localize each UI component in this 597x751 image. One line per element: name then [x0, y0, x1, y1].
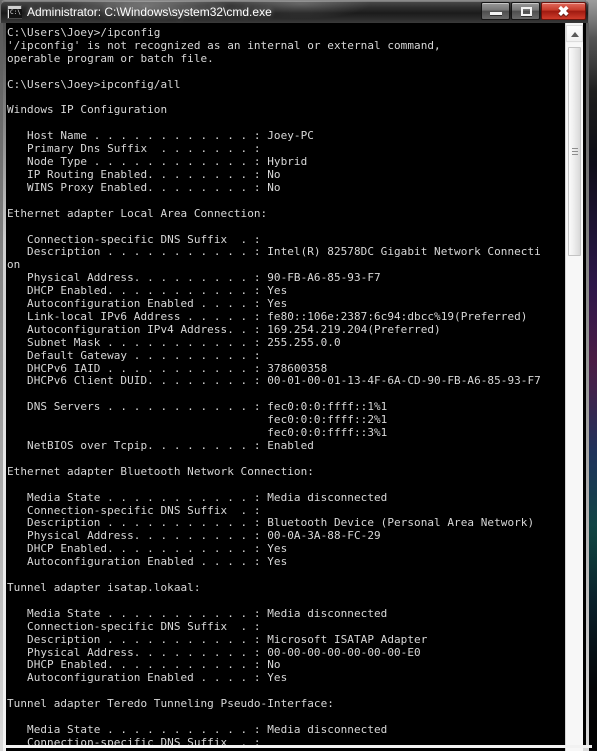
scrollbar-grip-icon: [572, 148, 578, 156]
close-icon: ✖: [542, 3, 585, 19]
cmd-icon-screen: C:\: [9, 9, 22, 18]
window-title: Administrator: C:\Windows\system32\cmd.e…: [27, 4, 272, 20]
window-border-bottom: [3, 745, 592, 748]
cmd-window: C:\ Administrator: C:\Windows\system32\c…: [0, 0, 589, 750]
cmd-icon: C:\: [7, 5, 22, 19]
maximize-button[interactable]: [511, 2, 540, 20]
chevron-up-icon: [571, 32, 579, 37]
console-output-area[interactable]: C:\Users\Joey>/ipconfig '/ipconfig' is n…: [6, 23, 571, 751]
close-button[interactable]: ✖: [541, 2, 586, 20]
window-titlebar[interactable]: C:\ Administrator: C:\Windows\system32\c…: [0, 0, 589, 23]
window-controls: ✖: [481, 2, 586, 20]
cmd-icon-prompt-text: C:\: [10, 9, 21, 17]
window-client-area: C:\Users\Joey>/ipconfig '/ipconfig' is n…: [0, 23, 589, 751]
scrollbar-up-button[interactable]: [566, 25, 583, 42]
minimize-button[interactable]: [481, 2, 510, 20]
console-scrollbar[interactable]: [565, 23, 583, 751]
maximize-icon: [521, 7, 532, 16]
console-text: C:\Users\Joey>/ipconfig '/ipconfig' is n…: [6, 23, 571, 751]
minimize-icon: [490, 12, 502, 15]
scrollbar-thumb[interactable]: [568, 47, 581, 256]
